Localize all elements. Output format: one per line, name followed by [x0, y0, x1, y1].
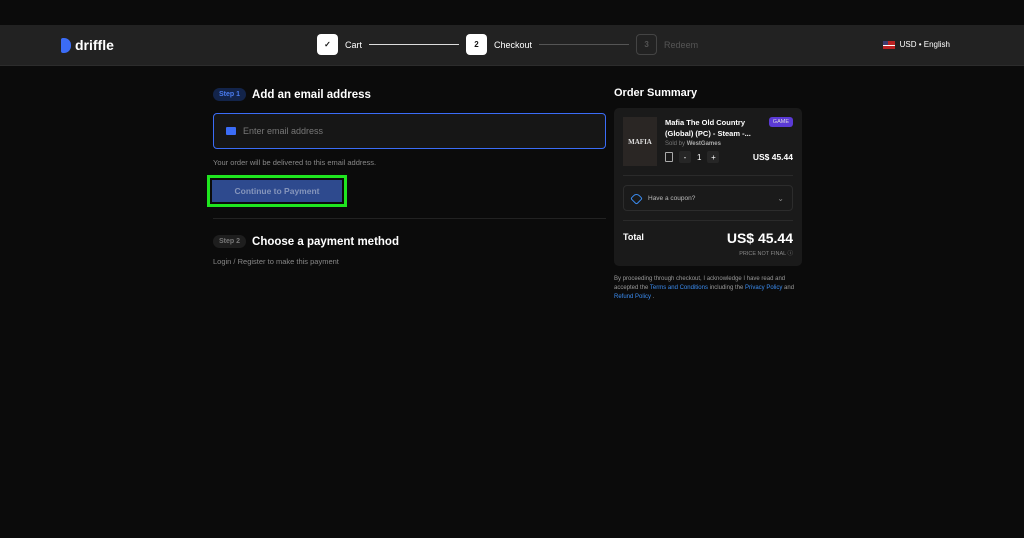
order-summary: Order Summary MAFIA Mafia The Old Countr…	[614, 87, 802, 302]
legal-notice: By proceeding through checkout, I acknow…	[614, 275, 802, 302]
locale-label: USD • English	[899, 40, 950, 49]
step-redeem-label: Redeem	[664, 39, 699, 50]
legal-text: .	[652, 294, 655, 300]
locale-selector[interactable]: USD • English	[882, 40, 950, 49]
top-header: driffle ✓ Cart 2 Checkout 3 Redeem USD • En…	[0, 25, 1024, 66]
summary-card: MAFIA Mafia The Old Country (Global) (PC…	[614, 108, 802, 266]
step2-title: Choose a payment method	[252, 235, 399, 248]
logo-icon	[61, 37, 71, 53]
tag-icon	[630, 191, 643, 205]
mail-icon	[226, 127, 236, 135]
sold-by-label: Sold by	[665, 141, 686, 147]
total-label: Total	[623, 232, 644, 242]
divider	[213, 218, 606, 219]
terms-link[interactable]: Terms and Conditions	[650, 285, 708, 291]
trash-icon[interactable]	[665, 152, 673, 162]
decrease-qty-button[interactable]: -	[679, 151, 691, 163]
driffle-logo[interactable]: driffle	[61, 37, 114, 53]
increase-qty-button[interactable]: +	[707, 151, 720, 163]
coupon-toggle[interactable]: Have a coupon? ⌄	[623, 185, 793, 211]
product-title[interactable]: Mafia The Old Country (Global) (PC) - St…	[665, 117, 760, 139]
continue-to-payment-button[interactable]: Continue to Payment	[212, 180, 342, 202]
step1-badge: Step 1	[213, 88, 247, 101]
order-summary-title: Order Summary	[614, 87, 698, 99]
progress-line	[539, 44, 630, 45]
legal-text: including the	[709, 285, 744, 291]
cart-item: MAFIA Mafia The Old Country (Global) (PC…	[623, 117, 793, 166]
refund-link[interactable]: Refund Policy	[614, 294, 651, 300]
email-input[interactable]	[243, 126, 573, 136]
seller-name[interactable]: WestGames	[687, 141, 721, 147]
progress-line	[369, 44, 460, 45]
us-flag-icon	[882, 40, 895, 49]
divider	[623, 175, 793, 176]
step-checkout-label: Checkout	[494, 39, 533, 50]
product-image[interactable]: MAFIA	[623, 117, 657, 166]
step1-title: Add an email address	[252, 88, 371, 101]
step-checkout-number: 2	[466, 34, 488, 55]
total-value: US$ 45.44	[726, 230, 793, 246]
chevron-down-icon: ⌄	[777, 193, 784, 203]
price-not-final: PRICE NOT FINAL ⓘ	[739, 251, 793, 257]
checkout-form: Step 1 Add an email address Your order wi…	[207, 88, 606, 266]
logo-text: driffle	[75, 37, 114, 53]
divider	[623, 220, 793, 221]
quantity-value: 1	[697, 152, 702, 162]
checkout-progress: ✓ Cart 2 Checkout 3 Redeem	[317, 34, 705, 55]
privacy-link[interactable]: Privacy Policy	[745, 285, 782, 291]
coupon-label: Have a coupon?	[648, 194, 696, 202]
item-price: US$ 45.44	[752, 152, 793, 162]
legal-text: and	[784, 285, 795, 291]
step2-note: Login / Register to make this payment	[213, 257, 339, 266]
step-cart-check-icon: ✓	[317, 34, 338, 55]
email-note: Your order will be delivered to this ema…	[213, 158, 377, 167]
email-field[interactable]	[213, 113, 606, 149]
step-cart-label: Cart	[345, 39, 363, 50]
continue-highlight: Continue to Payment	[207, 175, 347, 207]
game-badge: GAME	[768, 117, 793, 127]
seller-info: Sold by WestGames	[665, 141, 793, 147]
step-redeem-number: 3	[636, 34, 658, 55]
step2-badge: Step 2	[213, 235, 247, 248]
